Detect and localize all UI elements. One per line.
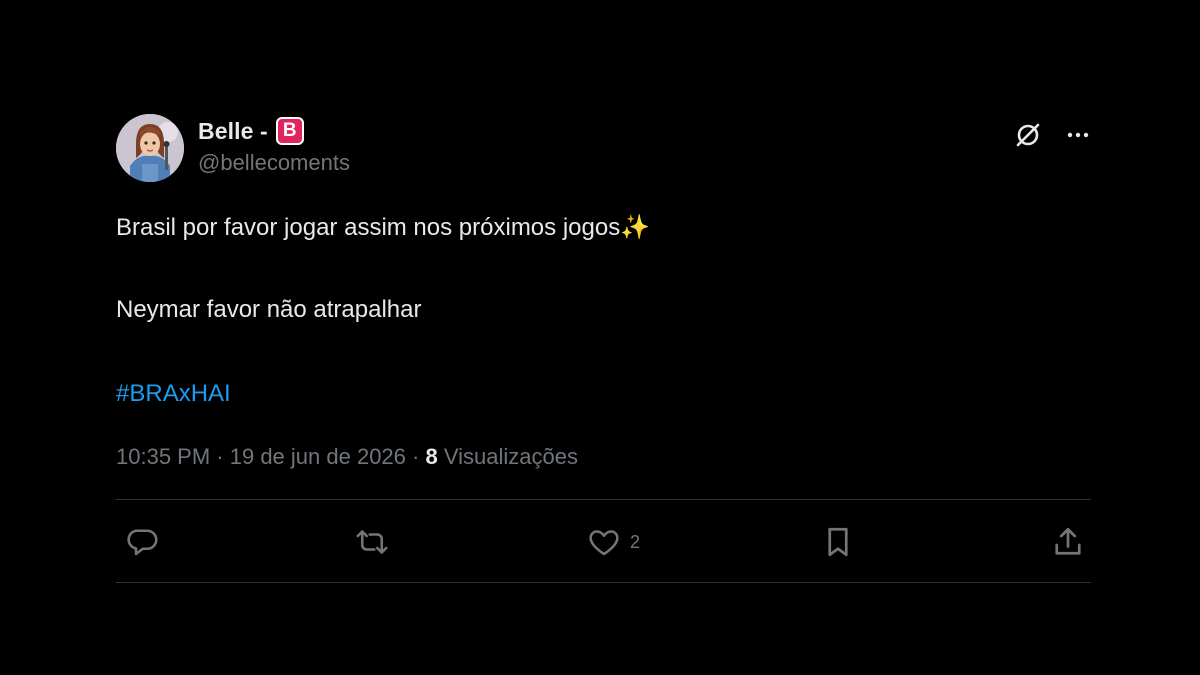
tweet-meta: 10:35 PM · 19 de jun de 2026 · 8 Visuali… (116, 444, 1091, 470)
meta-separator-1: · (210, 444, 230, 469)
share-icon (1055, 527, 1081, 555)
grok-icon[interactable] (1013, 120, 1043, 150)
share-button[interactable] (1050, 524, 1086, 560)
divider-bottom (116, 582, 1091, 583)
bookmark-icon (828, 527, 848, 557)
avatar[interactable] (116, 114, 184, 182)
retweet-icon (356, 530, 388, 554)
bookmark-button[interactable] (820, 524, 856, 560)
retweet-button[interactable] (354, 524, 390, 560)
like-count: 2 (630, 531, 641, 552)
avatar-illustration (116, 114, 184, 182)
hashtag-link[interactable]: #BRAxHAI (116, 378, 1091, 410)
user-handle[interactable]: @bellecoments (198, 150, 350, 176)
display-name[interactable]: Belle - (198, 118, 268, 145)
heart-icon (589, 530, 619, 556)
views-count: 8 (425, 444, 438, 469)
like-button[interactable]: 2 (586, 524, 640, 560)
author-info: Belle - B @bellecoments (198, 116, 350, 176)
tweet-text-line-2: Neymar favor não atrapalhar (116, 296, 422, 323)
tweet-date[interactable]: 19 de jun de 2026 (230, 444, 406, 469)
reply-icon (127, 529, 158, 556)
views-label: Visualizações (437, 444, 578, 469)
tweet-time[interactable]: 10:35 PM (116, 444, 210, 469)
profile-badge: B (275, 117, 304, 145)
tweet-text-line-1: Brasil por favor jogar assim nos próximo… (116, 214, 651, 241)
reply-button[interactable] (124, 524, 160, 560)
meta-separator-2: · (405, 444, 426, 469)
display-name-row: Belle - B (198, 116, 350, 146)
action-bar: 2 (116, 500, 1091, 582)
tweet-card: Belle - B @bellecoments Brasil por favor… (116, 112, 1091, 583)
top-actions (1013, 120, 1091, 150)
tweet-header: Belle - B @bellecoments (116, 112, 1091, 184)
more-icon[interactable] (1065, 122, 1091, 148)
